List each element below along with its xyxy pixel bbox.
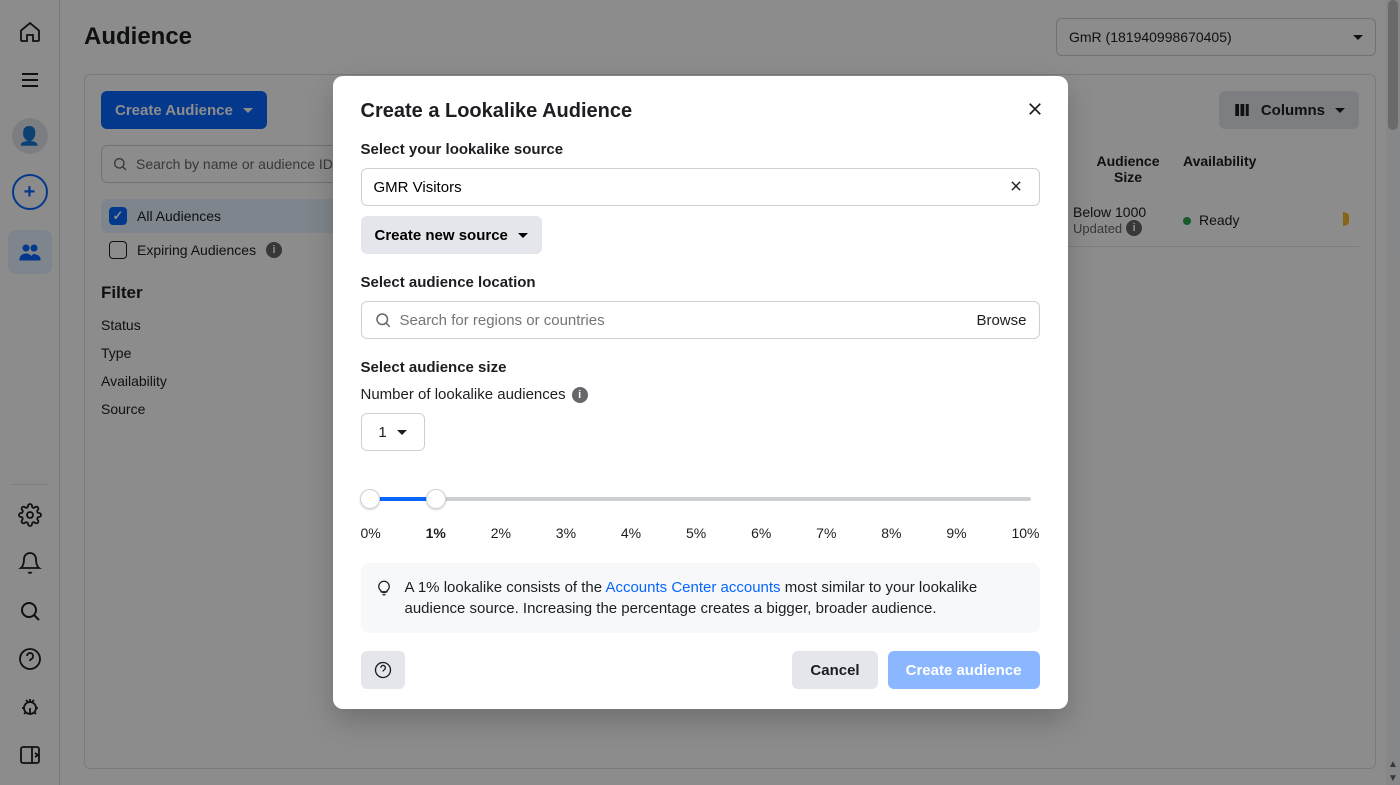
search-icon bbox=[374, 311, 392, 329]
close-icon[interactable] bbox=[1020, 94, 1050, 127]
create-new-source-button[interactable]: Create new source bbox=[361, 216, 542, 254]
create-audience-button-modal[interactable]: Create audience bbox=[888, 651, 1040, 689]
slider-handle-start[interactable] bbox=[360, 489, 380, 509]
lookalike-modal: Create a Lookalike Audience Select your … bbox=[333, 76, 1068, 709]
accounts-center-link[interactable]: Accounts Center accounts bbox=[605, 579, 780, 596]
source-input[interactable] bbox=[361, 168, 1040, 206]
info-icon[interactable] bbox=[572, 387, 588, 403]
location-section-label: Select audience location bbox=[361, 274, 1040, 291]
location-field[interactable] bbox=[400, 312, 969, 329]
location-input[interactable]: Browse bbox=[361, 301, 1040, 339]
size-section-label: Select audience size bbox=[361, 359, 1040, 376]
chevron-down-icon bbox=[397, 424, 407, 441]
size-slider[interactable] bbox=[361, 485, 1040, 513]
count-label: Number of lookalike audiences bbox=[361, 386, 566, 403]
audience-count-select[interactable]: 1 bbox=[361, 413, 425, 451]
info-callout: A 1% lookalike consists of the Accounts … bbox=[361, 563, 1040, 633]
modal-overlay: Create a Lookalike Audience Select your … bbox=[0, 0, 1400, 785]
modal-title: Create a Lookalike Audience bbox=[361, 100, 1040, 123]
cancel-button[interactable]: Cancel bbox=[792, 651, 877, 689]
slider-handle-end[interactable] bbox=[426, 489, 446, 509]
clear-icon[interactable] bbox=[1005, 175, 1027, 200]
help-button[interactable] bbox=[361, 651, 405, 689]
slider-ticks: 0%1%2%3%4%5%6%7%8%9%10% bbox=[361, 525, 1040, 541]
lightbulb-icon bbox=[375, 579, 393, 597]
source-section-label: Select your lookalike source bbox=[361, 141, 1040, 158]
chevron-down-icon bbox=[518, 227, 528, 244]
browse-link[interactable]: Browse bbox=[976, 312, 1026, 329]
source-field[interactable] bbox=[374, 179, 997, 196]
